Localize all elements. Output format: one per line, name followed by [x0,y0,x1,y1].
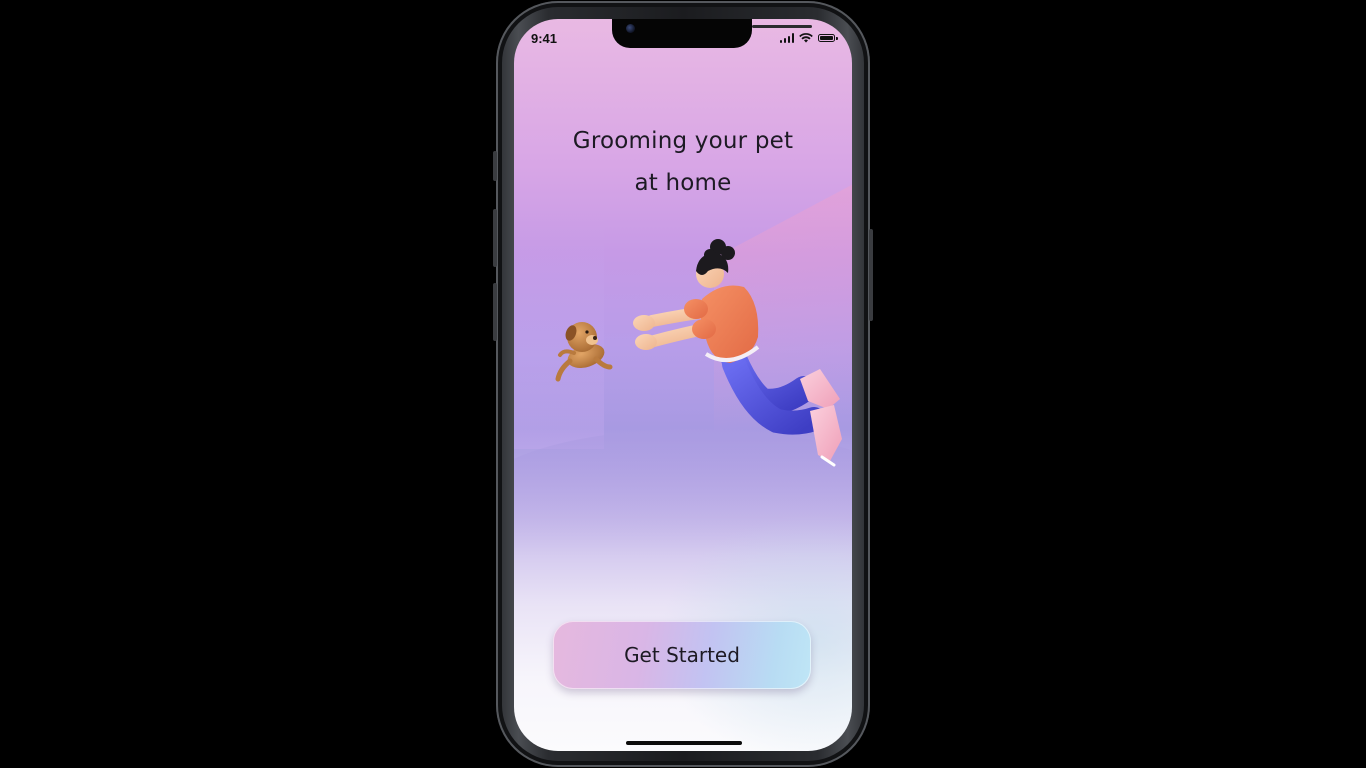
onboarding-title: Grooming your pet at home [514,120,852,204]
notch [612,19,812,48]
home-indicator[interactable] [626,741,742,745]
app-screen: 9:41 Grooming your pet at home Get Start… [514,19,852,751]
hero-illustration [555,239,842,467]
battery-icon [818,34,838,42]
status-icons [779,33,838,43]
status-time: 9:41 [531,31,558,46]
side-button-volume-up [493,209,497,267]
dog-illustration [555,322,613,382]
side-button-silent [493,151,497,181]
stage: 9:41 Grooming your pet at home Get Start… [0,0,1366,768]
title-line-1: Grooming your pet [572,128,794,155]
wifi-icon [799,33,813,43]
speaker-grille [752,25,812,28]
phone-frame: 9:41 Grooming your pet at home Get Start… [493,1,873,767]
title-line-2: at home [634,170,732,197]
camera-icon [626,24,635,33]
cellular-signal-icon [779,33,794,43]
side-button-power [869,229,873,321]
woman-illustration [633,239,842,467]
get-started-button[interactable]: Get Started [553,621,811,689]
side-button-volume-down [493,283,497,341]
